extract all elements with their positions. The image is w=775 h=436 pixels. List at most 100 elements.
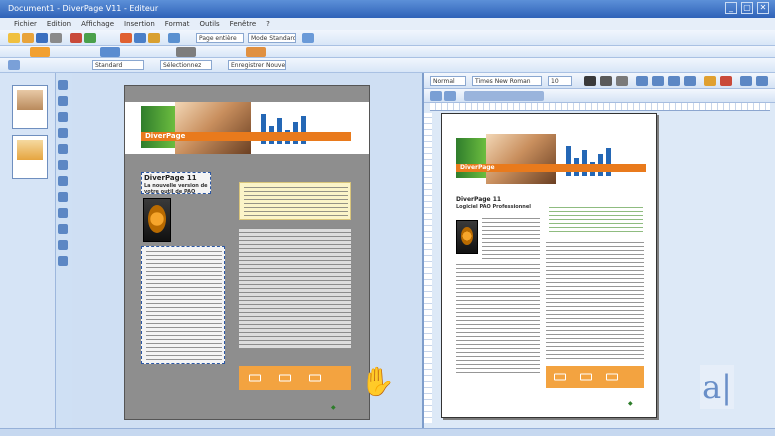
- mode-select[interactable]: Mode Standard: [248, 33, 296, 43]
- close-button[interactable]: ✕: [757, 2, 769, 14]
- header-photo: [175, 102, 251, 154]
- format-toolbar: Standard Sélectionnez Enregistrer Nouvea…: [0, 58, 775, 73]
- layout-icon[interactable]: [176, 47, 196, 57]
- preview-column-text: [546, 242, 644, 362]
- align-left-icon[interactable]: [636, 76, 648, 86]
- table-tool-icon[interactable]: [58, 160, 68, 170]
- image-frame-icon[interactable]: [58, 112, 68, 122]
- subhead-right: Logiciel PAO Professionnel: [456, 204, 531, 210]
- monitor-icon: [580, 373, 592, 381]
- menu-help[interactable]: ?: [266, 20, 270, 30]
- print-icon[interactable]: [50, 33, 62, 43]
- style-combo[interactable]: Normal: [430, 76, 466, 86]
- link-tool-icon[interactable]: [58, 224, 68, 234]
- tab-stops[interactable]: [464, 91, 544, 101]
- preview-green-block: [456, 138, 486, 178]
- menu-tools[interactable]: Outils: [199, 20, 219, 30]
- outdent-icon[interactable]: [444, 91, 456, 101]
- indent-icon[interactable]: [430, 91, 442, 101]
- line-tool-icon[interactable]: [58, 128, 68, 138]
- layer-tool-icon[interactable]: [58, 256, 68, 266]
- highlight-text-lines: [244, 187, 348, 217]
- undo-icon[interactable]: [70, 33, 82, 43]
- zoom-select[interactable]: Page entière: [196, 33, 244, 43]
- cut-icon[interactable]: [120, 33, 132, 43]
- maximize-button[interactable]: ▢: [741, 2, 753, 14]
- masthead-left: DiverPage: [145, 132, 186, 140]
- underline-icon[interactable]: [616, 76, 628, 86]
- horizontal-ruler[interactable]: [430, 103, 770, 111]
- color-tool-icon[interactable]: [58, 240, 68, 250]
- preview-brand-logo: ◆: [628, 400, 633, 407]
- paste-icon[interactable]: [148, 33, 160, 43]
- align-right-icon[interactable]: [668, 76, 680, 86]
- font-color-icon[interactable]: [720, 76, 732, 86]
- menu-bar: Fichier Edition Affichage Insertion Form…: [0, 18, 775, 30]
- masthead-right: DiverPage: [460, 164, 495, 171]
- menu-file[interactable]: Fichier: [14, 20, 37, 30]
- image-tool-icon[interactable]: [246, 47, 266, 57]
- preview-highlight: [546, 204, 644, 236]
- document-page-left[interactable]: DiverPage DiverPage 11 La nouvelle versi…: [124, 85, 370, 420]
- font-select-mid[interactable]: Sélectionnez: [160, 60, 212, 70]
- menu-insert[interactable]: Insertion: [124, 20, 155, 30]
- frame-tool-icon[interactable]: [58, 96, 68, 106]
- laptop-icon: [249, 374, 261, 382]
- font-combo[interactable]: Times New Roman: [472, 76, 542, 86]
- laptop-icon: [554, 373, 566, 381]
- preview-toolbar: Normal Times New Roman 10: [424, 73, 775, 89]
- highlight-icon[interactable]: [704, 76, 716, 86]
- italic-icon[interactable]: [600, 76, 612, 86]
- preview-footer-bar: [546, 366, 644, 388]
- minimize-button[interactable]: _: [725, 2, 737, 14]
- product-box-image[interactable]: [143, 198, 171, 242]
- main-toolbar: Page entière Mode Standard: [0, 30, 775, 46]
- hand-cursor-icon: ✋: [360, 365, 395, 398]
- thumbnail-image: [17, 140, 43, 160]
- copy-icon[interactable]: [134, 33, 146, 43]
- numbering-icon[interactable]: [756, 76, 768, 86]
- body-text-frame[interactable]: [141, 246, 225, 364]
- rotate-tool-icon[interactable]: [58, 208, 68, 218]
- page-thumbnail-2[interactable]: [12, 135, 48, 179]
- subhead-left: La nouvelle version de votre outil de PA…: [144, 183, 208, 195]
- hand-tool-icon[interactable]: [58, 192, 68, 202]
- menu-edit[interactable]: Edition: [47, 20, 71, 30]
- font-select-left[interactable]: Standard: [92, 60, 144, 70]
- align-icon[interactable]: [100, 47, 120, 57]
- document-page-preview[interactable]: DiverPage DiverPage 11 Logiciel PAO Prof…: [441, 113, 657, 418]
- window-title: Document1 - DiverPage V11 - Editeur: [8, 4, 159, 13]
- align-center-icon[interactable]: [652, 76, 664, 86]
- select-tool-icon[interactable]: [8, 60, 20, 70]
- printer-icon: [606, 373, 618, 381]
- shape-tool-icon[interactable]: [58, 144, 68, 154]
- highlight-box[interactable]: [239, 182, 351, 220]
- menu-window[interactable]: Fenêtre: [230, 20, 256, 30]
- header-green-block: [141, 106, 175, 148]
- options-icon[interactable]: [302, 33, 314, 43]
- preview-product-box: [456, 220, 478, 254]
- menu-view[interactable]: Affichage: [81, 20, 114, 30]
- body-text-lines: [146, 251, 222, 361]
- bullets-icon[interactable]: [740, 76, 752, 86]
- text-tool-icon[interactable]: [58, 80, 68, 90]
- menu-format[interactable]: Format: [165, 20, 190, 30]
- headline-frame[interactable]: DiverPage 11 La nouvelle version de votr…: [141, 172, 211, 195]
- vertical-ruler[interactable]: [424, 113, 432, 423]
- window-controls: _ ▢ ✕: [725, 2, 769, 14]
- save-icon[interactable]: [36, 33, 48, 43]
- color-icon[interactable]: [30, 47, 50, 57]
- style-select[interactable]: Enregistrer Nouveau: [228, 60, 286, 70]
- page-thumbnail-1[interactable]: [12, 85, 48, 129]
- bold-icon[interactable]: [584, 76, 596, 86]
- open-icon[interactable]: [22, 33, 34, 43]
- size-combo[interactable]: 10: [548, 76, 572, 86]
- new-icon[interactable]: [8, 33, 20, 43]
- tools-column: [58, 80, 70, 290]
- zoom-icon[interactable]: [168, 33, 180, 43]
- status-bar: [0, 428, 775, 436]
- secondary-toolbar: [0, 46, 775, 58]
- zoom-tool-icon[interactable]: [58, 176, 68, 186]
- justify-icon[interactable]: [684, 76, 696, 86]
- redo-icon[interactable]: [84, 33, 96, 43]
